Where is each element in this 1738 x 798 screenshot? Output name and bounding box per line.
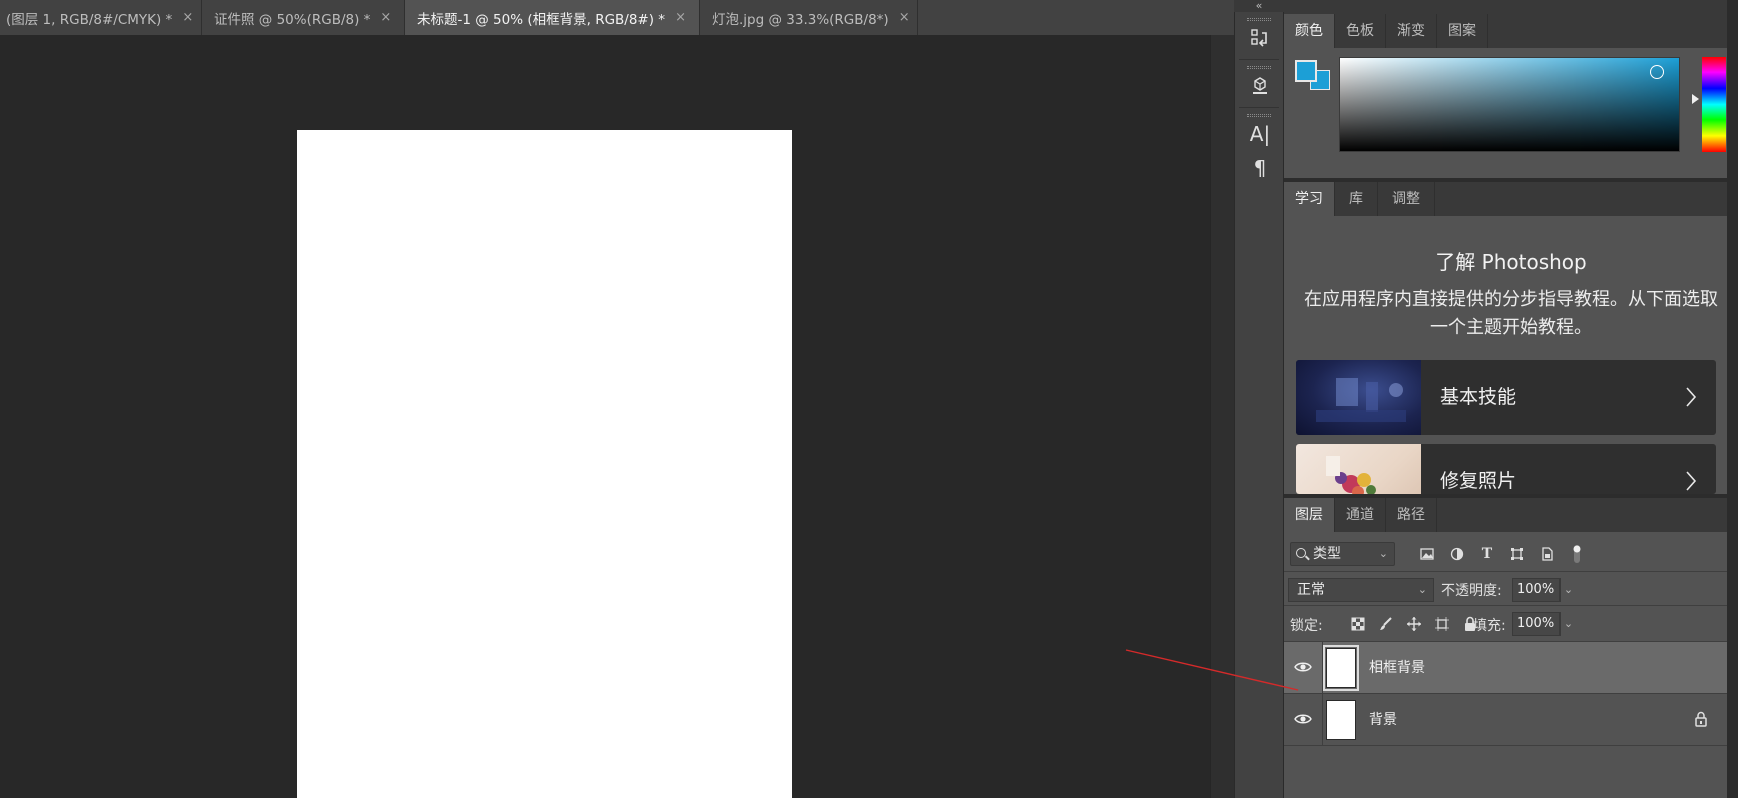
dock-separator: [1239, 59, 1279, 60]
card-thumbnail: [1296, 360, 1421, 435]
tab-libraries[interactable]: 库: [1335, 182, 1378, 216]
blend-mode-select[interactable]: 正常 ⌄: [1288, 578, 1434, 602]
doc-tab-layer1[interactable]: (图层 1, RGB/8#/CMYK) * ×: [0, 0, 202, 35]
3d-icon[interactable]: [1235, 69, 1285, 103]
lock-fill-row: 锁定: 填充: 100% ⌄: [1284, 606, 1738, 642]
type-layer-filter-icon[interactable]: T: [1472, 542, 1502, 566]
tab-paths[interactable]: 路径: [1386, 498, 1437, 532]
doc-tab-label: 灯泡.jpg @ 33.3%(RGB/8*): [712, 11, 889, 28]
layer-filter-icons: T: [1412, 542, 1592, 566]
document-tab-bar: (图层 1, RGB/8#/CMYK) * × 证件照 @ 50%(RGB/8)…: [0, 0, 1234, 35]
panels-header-strip: [1284, 0, 1738, 14]
blend-opacity-row: 正常 ⌄ 不透明度: 100% ⌄: [1284, 572, 1738, 606]
panels-scrollbar[interactable]: [1727, 0, 1738, 798]
learn-panel: 了解 Photoshop 在应用程序内直接提供的分步指导教程。从下面选取一个主题…: [1284, 216, 1738, 494]
layer-kind-value: 类型: [1313, 546, 1341, 562]
doc-tab-id-photo[interactable]: 证件照 @ 50%(RGB/8) * ×: [202, 0, 405, 35]
layer-thumbnail[interactable]: [1323, 645, 1359, 691]
doc-tab-label: (图层 1, RGB/8#/CMYK) *: [6, 11, 173, 28]
panels-column: 颜色 色板 渐变 图案 学习 库 调整 了解 Photoshop 在应用程序内直…: [1284, 0, 1738, 798]
layer-kind-filter[interactable]: 类型 ⌄: [1290, 542, 1395, 566]
lock-transparent-pixels-icon[interactable]: [1344, 612, 1372, 636]
opacity-label: 不透明度:: [1441, 583, 1502, 599]
layers-panel: 类型 ⌄ T 正常 ⌄ 不透明度: 100% ⌄ 锁定: 填充: 100% ⌄ …: [1284, 532, 1738, 798]
color-panel: [1284, 48, 1738, 178]
pixel-layer-filter-icon[interactable]: [1412, 542, 1442, 566]
doc-tab-label: 未标题-1 @ 50% (相框背景, RGB/8#) *: [417, 11, 666, 28]
layer-row-background[interactable]: 背景: [1284, 694, 1738, 746]
lock-image-pixels-icon[interactable]: [1372, 612, 1400, 636]
card-thumbnail: [1296, 444, 1421, 494]
close-icon[interactable]: ×: [675, 10, 686, 25]
eye-icon[interactable]: [1294, 658, 1312, 676]
collapse-icon[interactable]: «: [1234, 0, 1284, 12]
learn-title: 了解 Photoshop: [1435, 250, 1587, 274]
opacity-dropdown-icon[interactable]: ⌄: [1560, 578, 1576, 602]
chevron-right-icon: [1686, 471, 1697, 491]
lock-label: 锁定:: [1290, 618, 1323, 634]
doc-tab-label: 证件照 @ 50%(RGB/8) *: [214, 11, 371, 28]
color-panel-tabs: 颜色 色板 渐变 图案: [1284, 14, 1738, 48]
eye-icon[interactable]: [1294, 710, 1312, 728]
lock-icons: [1344, 612, 1484, 636]
shape-layer-filter-icon[interactable]: [1502, 542, 1532, 566]
fill-label: 填充:: [1473, 618, 1506, 634]
foreground-color-swatch[interactable]: [1295, 60, 1317, 82]
search-icon: [1296, 548, 1306, 558]
tab-learn[interactable]: 学习: [1284, 182, 1335, 216]
layer-divider: [1322, 642, 1323, 694]
tab-adjustments[interactable]: 调整: [1378, 182, 1435, 216]
fill-dropdown-icon[interactable]: ⌄: [1560, 612, 1576, 636]
character-icon[interactable]: A|: [1235, 117, 1285, 151]
smart-object-filter-icon[interactable]: [1532, 542, 1562, 566]
lock-artboard-icon[interactable]: [1428, 612, 1456, 636]
blend-mode-value: 正常: [1297, 582, 1325, 598]
layer-thumbnail[interactable]: [1326, 700, 1356, 740]
adjustment-layer-filter-icon[interactable]: [1442, 542, 1472, 566]
tab-patterns[interactable]: 图案: [1437, 14, 1488, 48]
lock-icon[interactable]: [1694, 711, 1708, 727]
history-icon[interactable]: [1235, 21, 1285, 55]
paragraph-icon[interactable]: ¶: [1235, 151, 1285, 185]
learn-panel-tabs: 学习 库 调整: [1284, 182, 1738, 216]
close-icon[interactable]: ×: [899, 10, 910, 25]
doc-tab-bulb[interactable]: 灯泡.jpg @ 33.3%(RGB/8*) ×: [700, 0, 918, 35]
tab-channels[interactable]: 通道: [1335, 498, 1386, 532]
chevron-right-icon: [1686, 387, 1697, 407]
close-icon[interactable]: ×: [380, 10, 391, 25]
tab-swatches[interactable]: 色板: [1335, 14, 1386, 48]
tab-color[interactable]: 颜色: [1284, 14, 1335, 48]
chevron-down-icon: ⌄: [1378, 547, 1388, 560]
tab-layers[interactable]: 图层: [1284, 498, 1335, 532]
hue-slider[interactable]: [1702, 57, 1726, 152]
layer-divider: [1322, 694, 1323, 746]
layer-name[interactable]: 背景: [1369, 694, 1397, 746]
lock-position-icon[interactable]: [1400, 612, 1428, 636]
document-canvas[interactable]: [297, 130, 792, 798]
panel-icon-dock: A| ¶: [1234, 12, 1284, 798]
learn-card-basic-skills[interactable]: 基本技能: [1296, 360, 1716, 435]
chevron-down-icon: ⌄: [1417, 583, 1427, 596]
doc-tab-untitled-1[interactable]: 未标题-1 @ 50% (相框背景, RGB/8#) * ×: [405, 0, 700, 35]
tab-gradients[interactable]: 渐变: [1386, 14, 1437, 48]
layer-filter-row: 类型 ⌄ T: [1284, 532, 1738, 572]
card-title: 基本技能: [1440, 386, 1517, 408]
learn-description: 在应用程序内直接提供的分步指导教程。从下面选取一个主题开始教程。: [1304, 289, 1718, 338]
color-picker-cursor[interactable]: [1650, 65, 1664, 79]
filter-toggle-icon[interactable]: [1562, 542, 1592, 566]
layers-panel-tabs: 图层 通道 路径: [1284, 498, 1738, 532]
hue-slider-handle[interactable]: [1692, 94, 1699, 104]
layer-row-frame-background[interactable]: 相框背景: [1284, 642, 1738, 694]
opacity-field[interactable]: 100%: [1512, 578, 1560, 602]
card-title: 修复照片: [1440, 470, 1517, 492]
close-icon[interactable]: ×: [182, 10, 193, 25]
workspace-scrollbar[interactable]: [1210, 35, 1234, 798]
fill-field[interactable]: 100%: [1512, 612, 1560, 636]
layer-name[interactable]: 相框背景: [1369, 642, 1425, 694]
learn-card-fix-photos[interactable]: 修复照片: [1296, 444, 1716, 494]
color-picker-field[interactable]: [1339, 57, 1680, 152]
dock-separator: [1239, 107, 1279, 108]
